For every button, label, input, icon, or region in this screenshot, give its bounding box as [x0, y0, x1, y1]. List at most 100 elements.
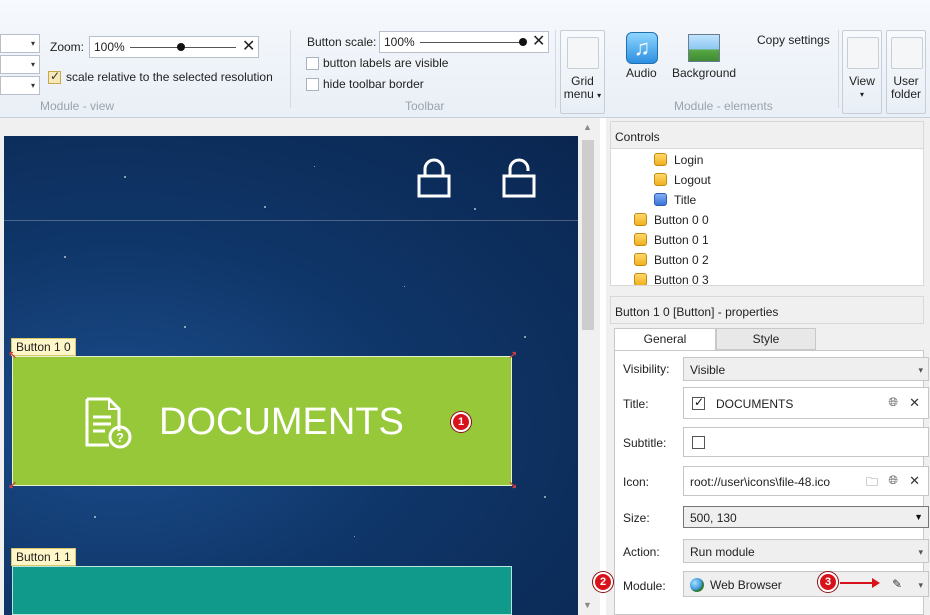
- view-icon: [847, 37, 879, 69]
- title-visible-checkbox[interactable]: [692, 395, 705, 410]
- lock-closed-icon[interactable]: [416, 158, 452, 198]
- edit-icon[interactable]: ✎: [892, 577, 902, 591]
- copy-settings-link[interactable]: Copy settings: [757, 33, 830, 47]
- chevron-down-icon: ▾: [30, 81, 35, 90]
- star-decoration: [524, 336, 526, 338]
- chevron-down-icon[interactable]: ▾: [918, 580, 923, 591]
- background-button[interactable]: Background: [670, 30, 738, 82]
- ribbon-toolbar: ▾ ▾ ▾ Zoom: 100% ✕ scale relative to the…: [0, 0, 930, 118]
- icon-field[interactable]: root://user\icons\file-48.ico 🗀︎ 🌐︎ ✕: [683, 466, 929, 496]
- star-decoration: [314, 166, 315, 167]
- chevron-down-icon: ▾: [597, 91, 602, 100]
- title-value[interactable]: DOCUMENTS: [716, 397, 793, 411]
- resolution-dropdown-3[interactable]: ▾: [0, 76, 40, 95]
- tree-item-title[interactable]: Title: [654, 193, 696, 211]
- hide-border-label: hide toolbar border: [323, 77, 424, 91]
- globe-icon[interactable]: 🌐︎: [888, 473, 898, 488]
- view-button[interactable]: View ▾: [842, 30, 882, 114]
- button-scale-value: 100%: [384, 35, 415, 49]
- tree-item-label: Button 0 0: [654, 213, 709, 227]
- action-select[interactable]: Run module ▾: [683, 539, 929, 563]
- visibility-label: Visibility:: [623, 362, 670, 376]
- zoom-slider-field[interactable]: 100% ✕: [89, 36, 259, 58]
- clear-close-icon[interactable]: ✕: [909, 395, 920, 411]
- tree-item-button-0-0[interactable]: Button 0 0: [634, 213, 709, 231]
- zoom-value: 100%: [94, 40, 125, 54]
- canvas-vertical-scrollbar[interactable]: ▲ ▼: [580, 118, 596, 615]
- size-select[interactable]: 500, 130 ▼: [683, 506, 929, 528]
- title-field[interactable]: DOCUMENTS 🌐︎ ✕: [683, 387, 929, 419]
- tree-item-button-0-1[interactable]: Button 0 1: [634, 233, 709, 251]
- callout-badge-1: 1: [451, 412, 471, 432]
- design-canvas-area: Button 1 0 ? DOCUMENTS ↖ ↗ ↙ ↘ 1 Button …: [0, 118, 600, 615]
- grid-menu-icon: [567, 37, 599, 69]
- subtitle-label: Subtitle:: [623, 436, 667, 450]
- ribbon-separator: [290, 30, 291, 108]
- clear-close-icon[interactable]: ✕: [909, 473, 920, 489]
- star-decoration: [404, 286, 405, 287]
- resize-handle-bottom-left[interactable]: ↙: [8, 481, 18, 492]
- button-scale-slider-track[interactable]: [420, 42, 526, 43]
- scroll-down-arrow-icon[interactable]: ▼: [583, 600, 592, 610]
- scale-relative-label: scale relative to the selected resolutio…: [66, 70, 273, 84]
- size-label: Size:: [623, 511, 650, 525]
- resize-handle-top-right[interactable]: ↗: [508, 351, 518, 362]
- user-folder-label-2: folder: [890, 87, 922, 101]
- right-panel: Controls Login Logout Title Button 0 0 B…: [593, 118, 930, 615]
- hide-border-checkbox[interactable]: [306, 78, 319, 91]
- lock-open-icon[interactable]: [501, 158, 537, 198]
- group-label-toolbar: Toolbar: [405, 99, 445, 113]
- folder-icon: [634, 273, 647, 285]
- resolution-dropdown-1[interactable]: ▾: [0, 34, 40, 53]
- button-1-0-tile[interactable]: ? DOCUMENTS: [12, 356, 512, 486]
- resize-handle-bottom-right[interactable]: ↘: [508, 481, 518, 492]
- properties-panel-title: Button 1 0 [Button] - properties: [610, 296, 924, 324]
- ribbon-separator: [555, 30, 556, 108]
- tree-item-button-0-3[interactable]: Button 0 3: [634, 273, 709, 285]
- globe-web-icon: [690, 578, 704, 592]
- button-scale-reset-close-icon[interactable]: ✕: [532, 33, 545, 51]
- properties-general-pane: Visibility: Visible ▾ Title: DOCUMENTS 🌐…: [614, 350, 929, 615]
- audio-button[interactable]: ♫ Audio: [618, 30, 666, 82]
- labels-visible-label: button labels are visible: [323, 56, 449, 70]
- background-label: Background: [672, 66, 737, 80]
- globe-icon[interactable]: 🌐︎: [888, 395, 898, 410]
- module-select[interactable]: Web Browser ✎ ▾: [683, 571, 929, 597]
- tree-item-button-0-2[interactable]: Button 0 2: [634, 253, 709, 271]
- folder-icon: [634, 253, 647, 266]
- tree-item-label: Login: [674, 153, 704, 167]
- subtitle-visible-checkbox[interactable]: [692, 436, 705, 449]
- module-value: Web Browser: [710, 578, 782, 592]
- star-decoration: [124, 176, 126, 178]
- star-decoration: [184, 326, 186, 328]
- view-label: View: [849, 74, 875, 88]
- scale-relative-checkbox[interactable]: [48, 69, 61, 84]
- size-value: 500, 130: [690, 511, 737, 525]
- folder-icon: [634, 233, 647, 246]
- star-decoration: [474, 208, 476, 210]
- visibility-select[interactable]: Visible ▾: [683, 357, 929, 381]
- grid-menu-button[interactable]: Grid menu ▾: [560, 30, 605, 114]
- folder-browse-icon[interactable]: 🗀︎: [866, 473, 878, 494]
- scroll-up-arrow-icon[interactable]: ▲: [583, 122, 592, 132]
- icon-path-value[interactable]: root://user\icons\file-48.ico: [690, 475, 830, 489]
- tab-general[interactable]: General: [614, 328, 716, 351]
- button-scale-slider-field[interactable]: 100% ✕: [379, 31, 549, 53]
- icon-label: Icon:: [623, 475, 650, 489]
- tree-item-login[interactable]: Login: [654, 153, 703, 171]
- resolution-dropdown-2[interactable]: ▾: [0, 55, 40, 74]
- subtitle-field[interactable]: [683, 427, 929, 457]
- labels-visible-checkbox[interactable]: [306, 57, 319, 70]
- resize-handle-top-left[interactable]: ↖: [8, 351, 18, 362]
- zoom-slider-knob[interactable]: [177, 43, 185, 51]
- button-1-1-tile[interactable]: [12, 566, 512, 615]
- star-decoration: [94, 516, 96, 518]
- button-scale-slider-knob[interactable]: [519, 38, 527, 46]
- user-folder-button[interactable]: User folder: [886, 30, 926, 114]
- star-decoration: [64, 256, 66, 258]
- scrollbar-thumb[interactable]: [582, 140, 594, 330]
- tab-style[interactable]: Style: [716, 328, 816, 350]
- controls-tree[interactable]: Login Logout Title Button 0 0 Button 0 1…: [610, 148, 924, 286]
- zoom-reset-close-icon[interactable]: ✕: [242, 38, 255, 56]
- tree-item-logout[interactable]: Logout: [654, 173, 711, 191]
